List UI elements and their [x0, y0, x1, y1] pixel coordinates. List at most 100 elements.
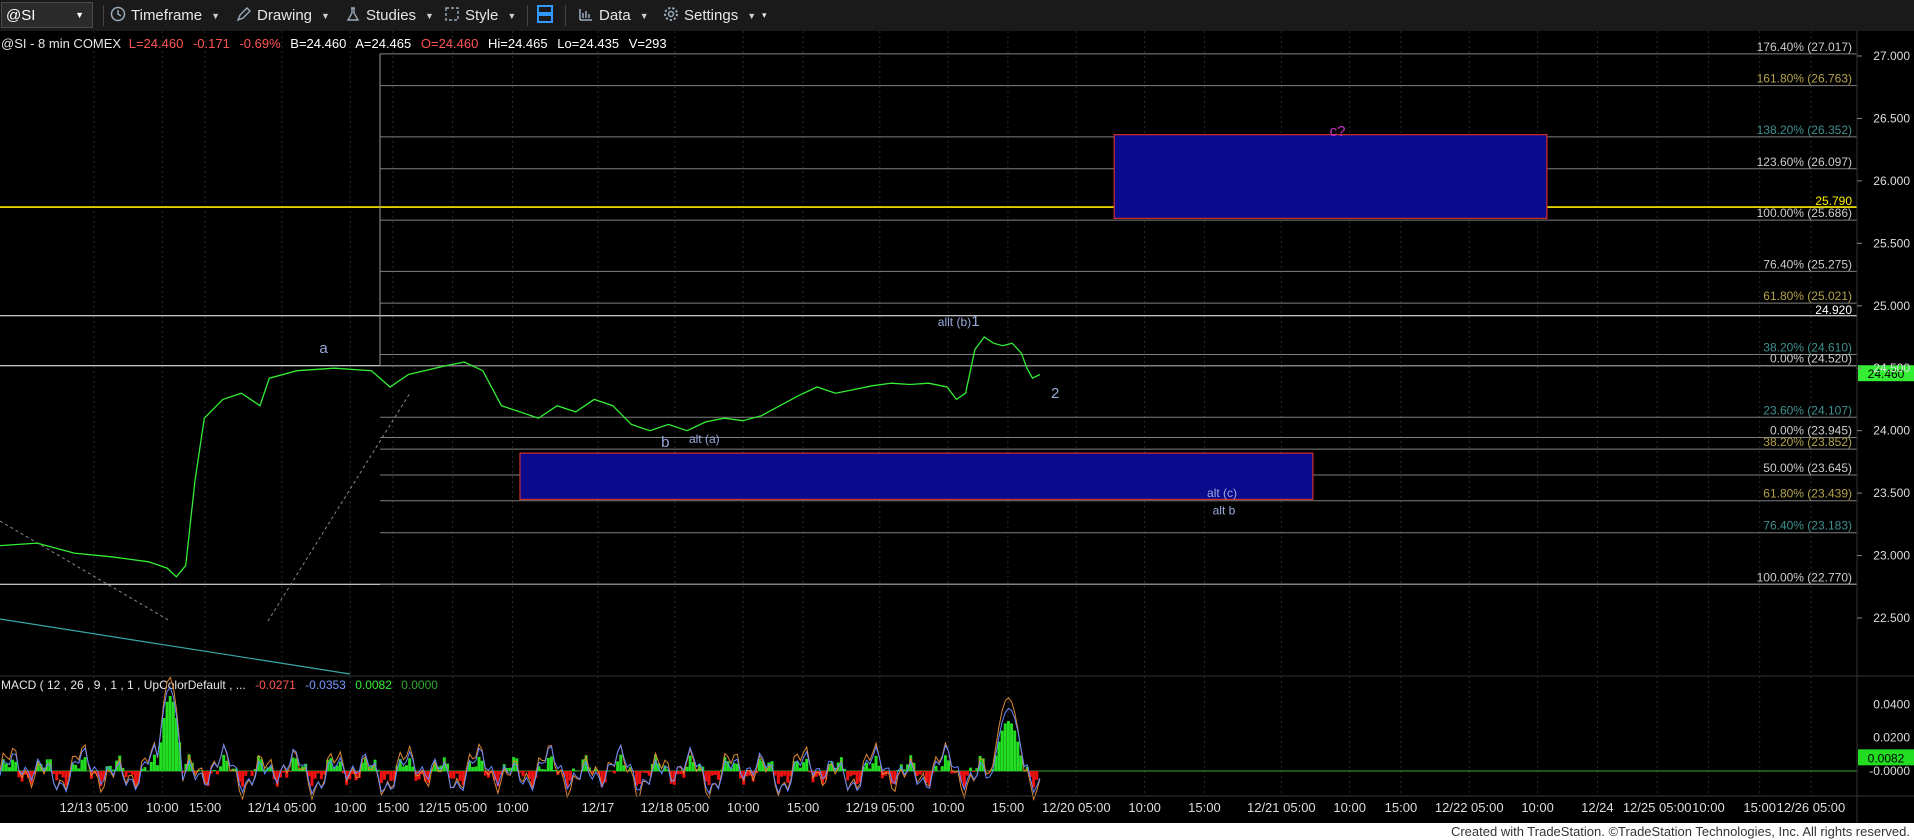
time-tick-label: 10:00	[496, 800, 529, 815]
toolbar: @SI ▼ Timeframe ▼ Drawing ▼ Studies ▼ St…	[0, 0, 1914, 32]
macd-avg-value: -0.0353	[305, 678, 346, 692]
header-high: Hi=24.465	[488, 36, 548, 51]
price-tick-label: 22.500	[1873, 611, 1910, 625]
symbol-text: @SI	[6, 6, 36, 24]
drawing-label: Drawing	[257, 7, 313, 24]
fib-label: 38.20% (23.852)	[1763, 435, 1852, 449]
time-tick-label: 15:00	[992, 800, 1025, 815]
time-tick-label: 10:00	[932, 800, 965, 815]
macd-tick-label: -0.0000	[1869, 764, 1910, 778]
settings-menu[interactable]: Settings ▼	[663, 0, 756, 31]
symbol-selector[interactable]: @SI ▼	[1, 2, 93, 28]
time-tick-label: 15:00	[787, 800, 820, 815]
lower-target-box[interactable]	[519, 452, 1314, 500]
time-tick-label: 10:00	[334, 800, 367, 815]
layout-button[interactable]	[536, 0, 559, 31]
fib-label: 100.00% (25.686)	[1757, 206, 1852, 220]
time-tick-label: 12/20 05:00	[1042, 800, 1111, 815]
price-chart[interactable]: 25.79024.920 176.40% (27.017)161.80% (26…	[0, 31, 1914, 823]
macd-label: MACD ( 12 , 26 , 9 , 1 , 1 , UpColorDefa…	[1, 678, 246, 692]
style-menu[interactable]: Style ▼	[444, 0, 516, 31]
fib-label: 61.80% (23.439)	[1763, 487, 1852, 501]
upper-target-box[interactable]	[1113, 134, 1548, 219]
wave-label: allt (b)	[938, 315, 971, 329]
price-tick-label: 25.000	[1873, 299, 1910, 313]
fib-label: 100.00% (22.770)	[1757, 570, 1852, 584]
data-menu[interactable]: Data ▼	[578, 0, 649, 31]
macd-zero-value: 0.0000	[401, 678, 438, 692]
toolbar-separator	[103, 5, 104, 26]
fib-label: 138.20% (26.352)	[1757, 123, 1852, 137]
timeframe-menu[interactable]: Timeframe ▼	[110, 0, 220, 31]
chevron-down-icon: ▼	[639, 10, 649, 21]
fib-label: 50.00% (23.645)	[1763, 461, 1852, 475]
header-open: O=24.460	[421, 36, 478, 51]
chevron-down-icon: ▼	[425, 10, 434, 21]
toolbar-overflow-icon[interactable]: ▾	[762, 0, 767, 31]
studies-label: Studies	[366, 7, 417, 24]
style-label: Style	[465, 7, 499, 24]
layout-icon	[536, 4, 554, 28]
price-tick-label: 27.000	[1873, 49, 1910, 63]
level-label: 24.920	[1815, 303, 1852, 317]
time-tick-label: 10:00	[1692, 800, 1725, 815]
chevron-down-icon: ▼	[507, 10, 517, 21]
clock-icon	[110, 6, 126, 26]
wave-label: alt (a)	[689, 432, 720, 446]
time-tick-label: 12/18 05:00	[640, 800, 709, 815]
fib-label: 61.80% (25.021)	[1763, 289, 1852, 303]
header-last: L=24.460	[129, 36, 184, 51]
wave-label: c?	[1330, 123, 1346, 140]
time-tick-label: 12/26 05:00	[1777, 800, 1846, 815]
time-tick-label: 12/13 05:00	[60, 800, 129, 815]
fib-label: 176.40% (27.017)	[1757, 40, 1852, 54]
header-low: Lo=24.435	[557, 36, 619, 51]
studies-menu[interactable]: Studies ▼	[345, 0, 434, 31]
fib-label: 23.60% (24.107)	[1763, 403, 1852, 417]
time-tick-label: 15:00	[377, 800, 410, 815]
time-tick-label: 10:00	[1128, 800, 1161, 815]
style-icon	[444, 6, 460, 26]
price-tick-label: 23.500	[1873, 486, 1910, 500]
chevron-down-icon: ▼	[747, 10, 757, 21]
time-tick-label: 15:00	[1743, 800, 1776, 815]
time-tick-label: 10:00	[1333, 800, 1366, 815]
time-tick-label: 12/24	[1581, 800, 1614, 815]
time-tick-label: 12/25 05:00	[1623, 800, 1692, 815]
data-label: Data	[599, 7, 631, 24]
time-tick-label: 15:00	[189, 800, 222, 815]
header-change: -0.171	[193, 36, 230, 51]
chevron-down-icon: ▼	[211, 10, 221, 21]
wave-label: b	[661, 434, 669, 451]
time-tick-label: 10:00	[1521, 800, 1554, 815]
wave-label: 2	[1051, 385, 1059, 402]
footer-text: Created with TradeStation. ©TradeStation…	[1450, 824, 1910, 839]
fib-label: 76.40% (25.275)	[1763, 257, 1852, 271]
time-tick-label: 12/17	[582, 800, 615, 815]
macd-tick-label: 0.0200	[1873, 731, 1910, 745]
fib-label: 76.40% (23.183)	[1763, 519, 1852, 533]
macd-value: -0.0271	[255, 678, 296, 692]
time-tick-label: 15:00	[1385, 800, 1418, 815]
time-tick-label: 12/14 05:00	[248, 800, 317, 815]
macd-header: MACD ( 12 , 26 , 9 , 1 , 1 , UpColorDefa…	[1, 678, 438, 692]
time-tick-label: 12/15 05:00	[418, 800, 487, 815]
wave-label: 1	[971, 313, 979, 330]
settings-label: Settings	[684, 7, 739, 24]
header-ask: A=24.465	[355, 36, 411, 51]
time-tick-label: 15:00	[1188, 800, 1221, 815]
macd-diff-value: 0.0082	[355, 678, 392, 692]
drawing-menu[interactable]: Drawing ▼	[236, 0, 330, 31]
wave-label: a	[319, 340, 328, 357]
price-tick-label: 24.500	[1873, 361, 1910, 375]
chevron-down-icon: ▼	[75, 10, 84, 20]
wave-label: alt (c)	[1207, 486, 1237, 500]
price-tick-label: 26.500	[1873, 111, 1910, 125]
header-volume: V=293	[629, 36, 667, 51]
chevron-down-icon: ▼	[321, 10, 330, 21]
macd-tick-label: 0.0400	[1873, 697, 1910, 711]
timeframe-label: Timeframe	[131, 7, 203, 24]
chart-header: @SI - 8 min COMEX L=24.460 -0.171 -0.69%…	[1, 36, 667, 51]
bar-chart-icon	[578, 6, 594, 26]
time-tick-label: 12/22 05:00	[1435, 800, 1504, 815]
